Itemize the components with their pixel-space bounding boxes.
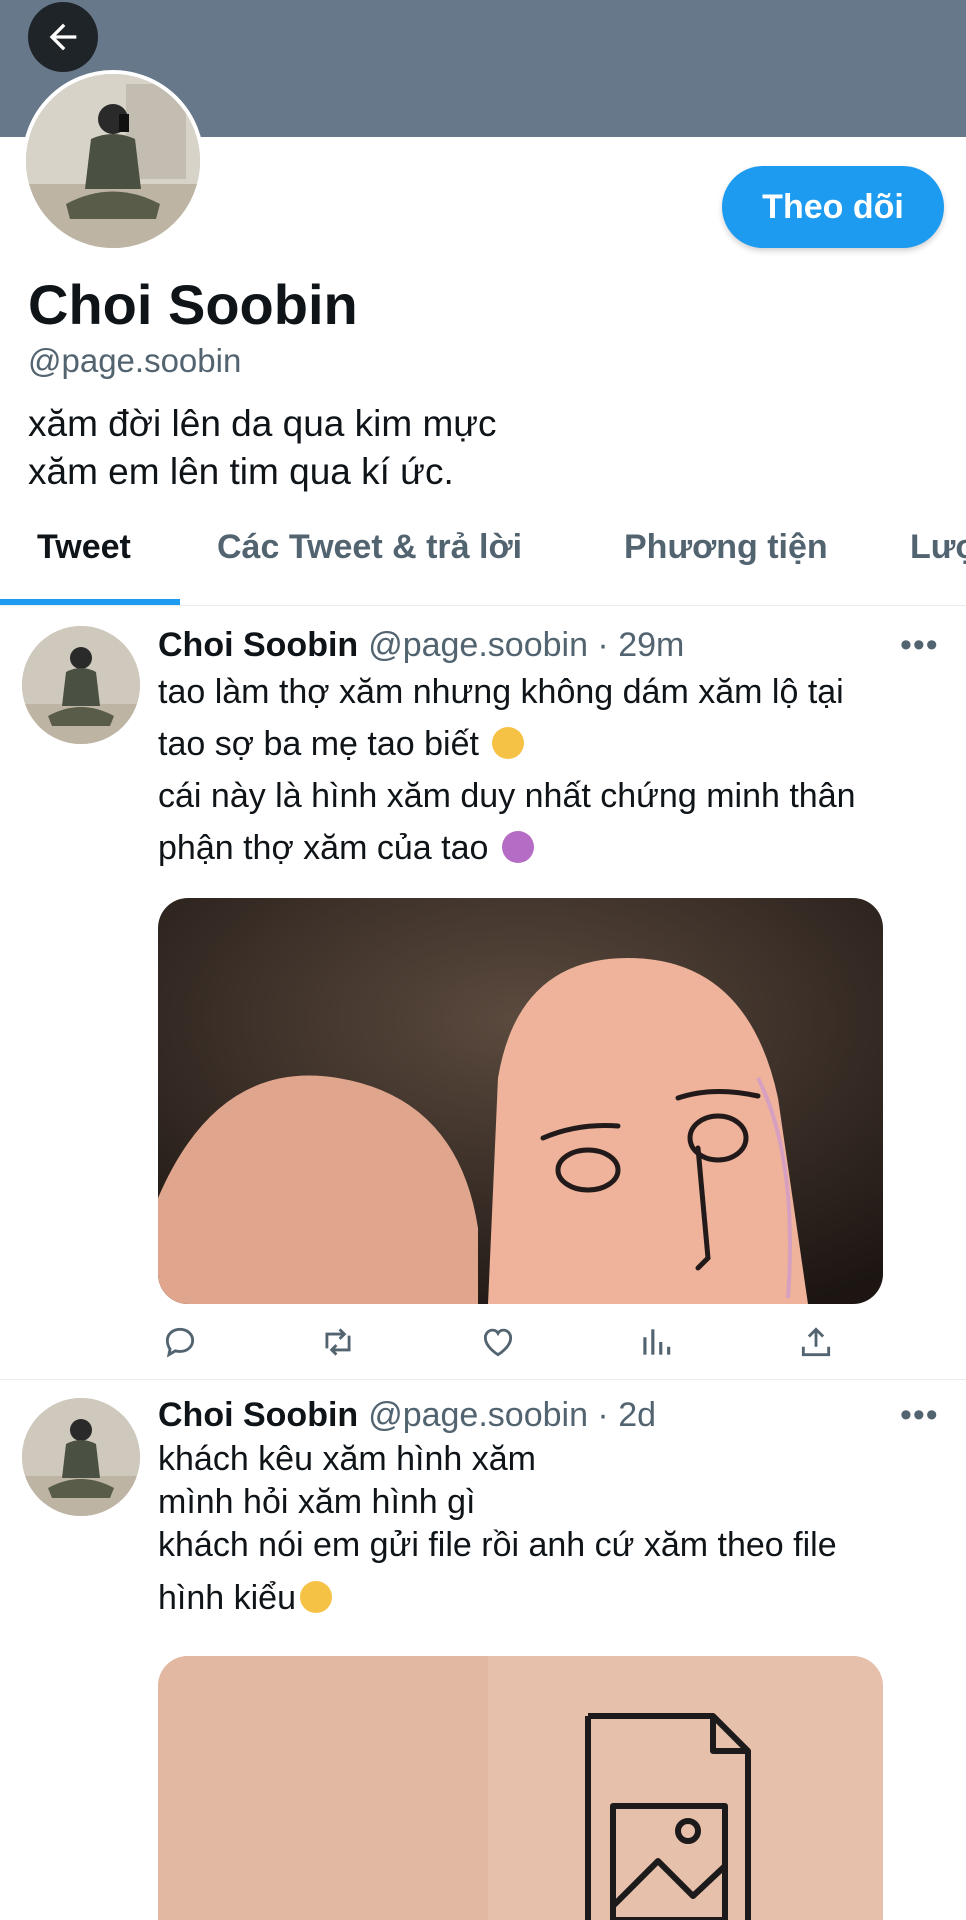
tab-tweets-and-replies[interactable]: Các Tweet & trả lời bbox=[217, 528, 522, 567]
tweet-line: cái này là hình xăm duy nhất chứng minh … bbox=[158, 777, 856, 815]
profile-avatar[interactable] bbox=[22, 70, 204, 252]
follow-button[interactable]: Theo dõi bbox=[722, 166, 944, 248]
tab-likes[interactable]: Lượt thích bbox=[910, 528, 966, 567]
profile-bio: xăm đời lên da qua kim mực xăm em lên ti… bbox=[28, 403, 497, 492]
tweet-header: Choi Soobin @page.soobin · 29m bbox=[158, 626, 684, 665]
like-icon[interactable] bbox=[476, 1320, 520, 1364]
tweet-author-name[interactable]: Choi Soobin bbox=[158, 626, 358, 664]
share-icon[interactable] bbox=[794, 1320, 838, 1364]
loudly-crying-face-emoji bbox=[492, 727, 525, 759]
tweet-meta: @page.soobin · 2d bbox=[368, 1396, 657, 1434]
tweet-line: tao sợ ba mẹ tao biết bbox=[158, 718, 938, 770]
tab-media[interactable]: Phương tiện bbox=[624, 528, 828, 567]
tweet-actions bbox=[158, 1320, 858, 1364]
tweet-text: tao làm thợ xăm nhưng không dám xăm lộ t… bbox=[158, 666, 938, 874]
tweet-line: phận thợ xăm của tao bbox=[158, 822, 938, 874]
tweet-line: khách nói em gửi file rồi anh cứ xăm the… bbox=[158, 1526, 837, 1564]
tweet-image[interactable] bbox=[158, 1656, 883, 1920]
back-button[interactable] bbox=[28, 2, 98, 72]
profile-tabs: Tweet Các Tweet & trả lời Phương tiện Lư… bbox=[0, 520, 966, 606]
tweet-meta: @page.soobin · 29m bbox=[368, 626, 685, 664]
tweet-image[interactable] bbox=[158, 898, 883, 1304]
tweet-line: tao làm thợ xăm nhưng không dám xăm lộ t… bbox=[158, 673, 844, 711]
tab-tweets[interactable]: Tweet bbox=[37, 528, 131, 567]
avatar[interactable] bbox=[22, 626, 140, 744]
more-options-icon[interactable]: ••• bbox=[900, 1396, 939, 1435]
tweet-line: mình hỏi xăm hình gì bbox=[158, 1483, 476, 1521]
tweet-author-name[interactable]: Choi Soobin bbox=[158, 1396, 358, 1434]
slightly-smiling-face-emoji bbox=[300, 1581, 332, 1613]
tweet-line: hình kiểu bbox=[158, 1577, 938, 1620]
more-options-icon[interactable]: ••• bbox=[900, 626, 939, 665]
tweet-header: Choi Soobin @page.soobin · 2d bbox=[158, 1396, 656, 1435]
tweet-text: khách kêu xăm hình xăm mình hỏi xăm hình… bbox=[158, 1438, 938, 1620]
tweet[interactable]: Choi Soobin @page.soobin · 29m ••• tao là… bbox=[0, 606, 966, 1380]
reply-icon[interactable] bbox=[158, 1320, 202, 1364]
active-tab-indicator bbox=[0, 599, 180, 605]
retweet-icon[interactable] bbox=[316, 1320, 360, 1364]
analytics-icon[interactable] bbox=[634, 1320, 678, 1364]
tweet-line: khách kêu xăm hình xăm bbox=[158, 1440, 536, 1478]
tweet[interactable]: Choi Soobin @page.soobin · 2d ••• khách k… bbox=[0, 1380, 966, 1920]
person-tipping-hand-emoji bbox=[501, 831, 534, 863]
avatar[interactable] bbox=[22, 1398, 140, 1516]
profile-handle: @page.soobin bbox=[28, 342, 242, 379]
arrow-left-icon bbox=[49, 23, 77, 51]
profile-display-name: Choi Soobin bbox=[28, 273, 358, 336]
